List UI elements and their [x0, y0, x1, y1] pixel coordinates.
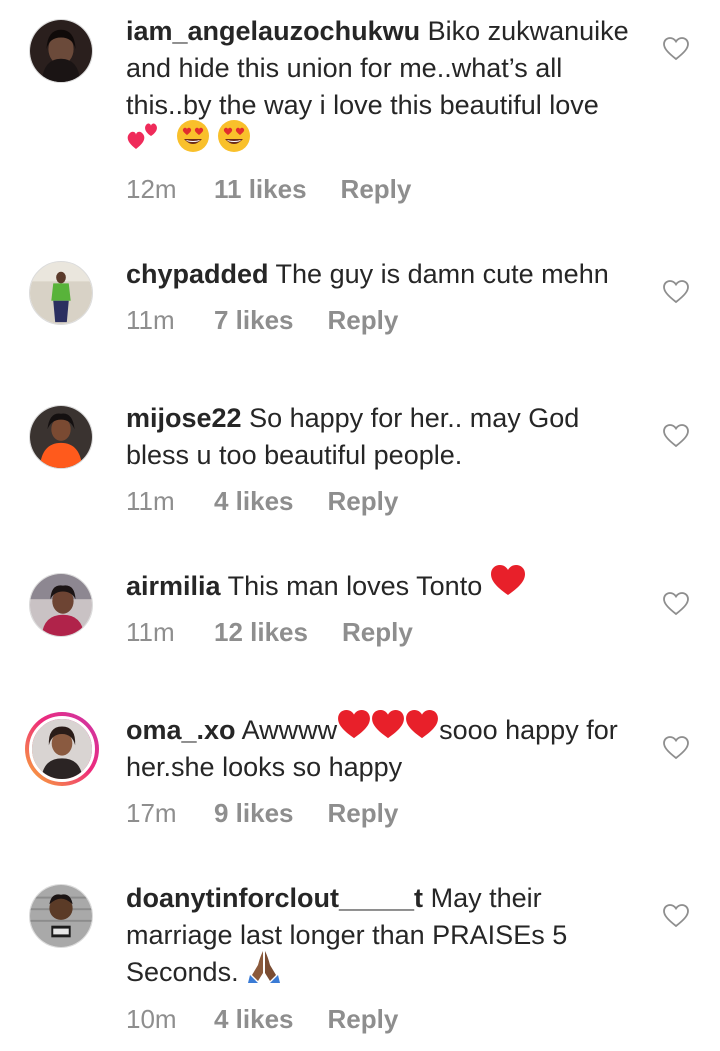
comment-meta: 10m 4 likes Reply: [126, 1004, 398, 1035]
comment-text: The guy is damn cute mehn: [275, 259, 609, 289]
heart-outline-icon[interactable]: [663, 37, 689, 61]
comment-likes[interactable]: 12 likes: [214, 617, 308, 648]
heart-outline-icon[interactable]: [663, 592, 689, 616]
comment-text: This man loves Tonto: [227, 571, 483, 601]
comment-body: oma_.xo Awwww sooo happy for her.she look…: [126, 709, 646, 786]
comment-meta: 11m 12 likes Reply: [126, 617, 413, 648]
reply-button[interactable]: Reply: [328, 798, 399, 829]
two-hearts-emoji: [126, 119, 162, 163]
red-heart-emoji: [371, 709, 405, 749]
comment-body: chypadded The guy is damn cute mehn: [126, 256, 646, 293]
heart-outline-icon[interactable]: [663, 736, 689, 760]
comment-likes[interactable]: 7 likes: [214, 305, 294, 336]
comment-body: airmilia This man loves Tonto: [126, 564, 646, 606]
comment-meta: 11m 7 likes Reply: [126, 305, 398, 336]
reply-button[interactable]: Reply: [328, 1004, 399, 1035]
comment-time: 12m: [126, 174, 177, 204]
comment-time: 11m: [126, 486, 175, 516]
comment-text: Awwww: [241, 715, 338, 745]
reply-button[interactable]: Reply: [328, 486, 399, 517]
comment-time: 10m: [126, 1004, 177, 1034]
comment-username[interactable]: mijose22: [126, 403, 242, 433]
comment-body: iam_angelauzochukwu Biko zukwanuike and …: [126, 13, 646, 163]
avatar[interactable]: [29, 261, 93, 325]
comment-time: 11m: [126, 617, 175, 647]
comment-meta: 17m 9 likes Reply: [126, 798, 398, 829]
avatar-image: [30, 885, 92, 947]
avatar-image: [30, 262, 92, 324]
red-heart-emoji: [405, 709, 439, 749]
folded-hands-emoji: [246, 949, 282, 993]
avatar-image: [30, 406, 92, 468]
avatar-story-ring[interactable]: [25, 712, 99, 786]
avatar[interactable]: [29, 884, 93, 948]
red-heart-emoji: [337, 709, 371, 749]
comment-likes[interactable]: 4 likes: [214, 1004, 294, 1035]
comment-body: mijose22 So happy for her.. may God bles…: [126, 400, 646, 474]
comment-likes[interactable]: 11 likes: [214, 174, 307, 205]
comment-username[interactable]: oma_.xo: [126, 715, 236, 745]
comment-body: doanytinforclout_____t May their marriag…: [126, 880, 646, 993]
comment-likes[interactable]: 9 likes: [214, 798, 294, 829]
avatar-image: [30, 20, 92, 82]
comment-username[interactable]: airmilia: [126, 571, 221, 601]
avatar-image: [32, 719, 92, 779]
reply-button[interactable]: Reply: [342, 617, 413, 648]
avatar[interactable]: [29, 405, 93, 469]
comment-username[interactable]: iam_angelauzochukwu: [126, 16, 420, 46]
heart-eyes-emoji: [217, 119, 251, 163]
comment-time: 17m: [126, 798, 177, 828]
avatar-image: [30, 574, 92, 636]
comment-username[interactable]: chypadded: [126, 259, 269, 289]
reply-button[interactable]: Reply: [328, 305, 399, 336]
comment-likes[interactable]: 4 likes: [214, 486, 294, 517]
comment-username[interactable]: doanytinforclout_____t: [126, 883, 423, 913]
comment-meta: 12m 11 likes Reply: [126, 174, 411, 205]
red-heart-emoji: [490, 564, 526, 606]
heart-outline-icon[interactable]: [663, 280, 689, 304]
heart-outline-icon[interactable]: [663, 904, 689, 928]
heart-eyes-emoji: [176, 119, 210, 163]
avatar[interactable]: [29, 19, 93, 83]
comment-time: 11m: [126, 305, 175, 335]
heart-outline-icon[interactable]: [663, 424, 689, 448]
avatar[interactable]: [29, 573, 93, 637]
reply-button[interactable]: Reply: [341, 174, 412, 205]
comment-meta: 11m 4 likes Reply: [126, 486, 398, 517]
avatar: [29, 716, 95, 782]
